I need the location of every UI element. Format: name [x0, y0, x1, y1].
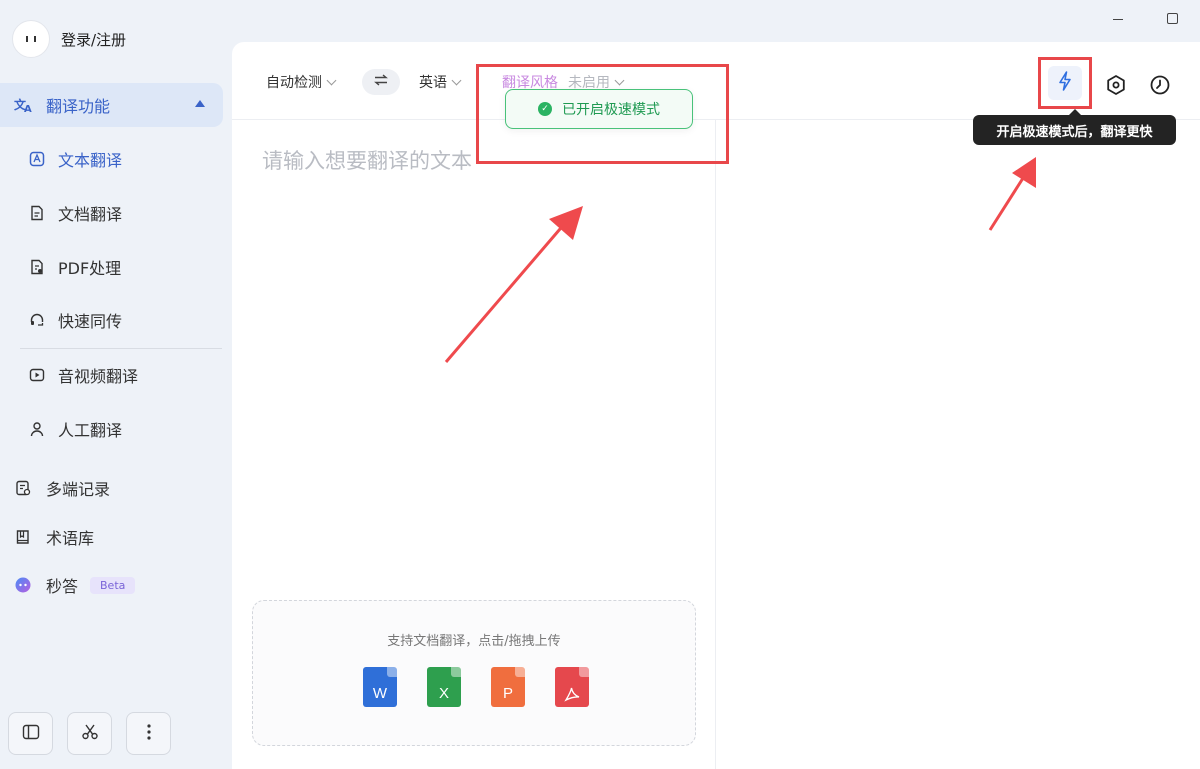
layout-toggle-button[interactable] [8, 712, 53, 755]
headset-icon [28, 311, 46, 329]
sidebar-item-label: 秒答 [46, 577, 79, 596]
settings-icon [1105, 74, 1127, 100]
more-icon [146, 723, 151, 744]
svg-text:A: A [24, 104, 32, 114]
speed-mode-button[interactable] [1038, 57, 1092, 109]
ppt-file-icon: P [491, 667, 525, 707]
sidebar-item-av-translate[interactable]: 音视频翻译 [28, 360, 138, 390]
ai-chat-icon [14, 576, 32, 594]
lightning-icon [1058, 71, 1072, 95]
speed-mode-inner [1048, 66, 1082, 100]
speed-mode-tooltip: 开启极速模式后，翻译更快 [973, 109, 1176, 145]
swap-icon [373, 74, 389, 90]
clock-icon [1149, 74, 1171, 100]
target-language-select[interactable]: 英语 [419, 72, 462, 92]
sidebar-item-label: 文档翻译 [58, 205, 123, 224]
word-file-icon: W [363, 667, 397, 707]
sidebar-item-label: 多端记录 [46, 480, 111, 499]
ppt-file-letter: P [502, 685, 513, 702]
sidebar-item-label: 人工翻译 [58, 421, 123, 440]
beta-badge: Beta [90, 576, 136, 594]
screenshot-button[interactable] [67, 712, 112, 755]
word-file-letter: W [372, 685, 388, 702]
sidebar-item-human-translate[interactable]: 人工翻译 [28, 414, 122, 444]
swap-languages-button[interactable] [362, 69, 400, 95]
sidebar-item-text-translate[interactable]: 文本翻译 [28, 144, 122, 174]
sidebar-item-doc-translate[interactable]: 文档翻译 [28, 198, 122, 228]
document-upload-area[interactable]: 支持文档翻译，点击/拖拽上传 W X P [252, 600, 696, 746]
maximize-button[interactable] [1145, 0, 1200, 36]
excel-file-icon: X [427, 667, 461, 707]
sidebar-divider [20, 348, 222, 349]
success-toast: ✓ 已开启极速模式 [505, 89, 693, 129]
source-language-label: 自动检测 [266, 75, 322, 91]
sidebar-group-label: 翻译功能 [46, 97, 111, 116]
toolbar-right-icons [1038, 57, 1182, 109]
scissors-icon [81, 723, 99, 745]
book-icon [14, 528, 32, 546]
record-icon [14, 479, 32, 497]
login-register-label: 登录/注册 [61, 30, 127, 49]
minimize-button[interactable] [1090, 0, 1145, 36]
chevron-down-icon [451, 75, 462, 85]
avatar[interactable] [12, 20, 50, 58]
window-controls [1090, 0, 1200, 36]
settings-button[interactable] [1094, 69, 1138, 105]
file-type-icons: W X P [363, 667, 589, 707]
sidebar-item-label: 音视频翻译 [58, 367, 139, 386]
person-icon [28, 420, 46, 438]
sidebar-bottom-buttons [8, 712, 171, 755]
sidebar-item-label: 术语库 [46, 529, 95, 548]
target-language-label: 英语 [419, 75, 447, 91]
collapse-triangle-icon[interactable] [195, 100, 205, 107]
upload-hint: 支持文档翻译，点击/拖拽上传 [387, 634, 561, 649]
pdf-icon [28, 258, 46, 276]
sidebar-item-records[interactable]: 多端记录 [14, 473, 110, 503]
excel-file-letter: X [438, 685, 449, 702]
check-circle-icon: ✓ [538, 102, 552, 116]
sidebar-item-label: 文本翻译 [58, 151, 123, 170]
sidebar-item-pdf[interactable]: PDF处理 [28, 252, 121, 282]
more-button[interactable] [126, 712, 171, 755]
source-language-select[interactable]: 自动检测 [266, 72, 337, 92]
pdf-file-icon [555, 667, 589, 707]
document-icon [28, 204, 46, 222]
sidebar-item-label: 快速同传 [58, 312, 123, 331]
sidebar-item-label: PDF处理 [58, 259, 122, 278]
tooltip-text: 开启极速模式后，翻译更快 [996, 124, 1153, 140]
sidebar: 登录/注册 文A 翻译功能 文本翻译 文档翻译 PDF处理 快速同传 音视频翻译… [0, 0, 232, 769]
source-text-pane[interactable]: 请输入想要翻译的文本 支持文档翻译，点击/拖拽上传 W X P [232, 120, 716, 769]
history-button[interactable] [1138, 69, 1182, 105]
layout-icon [22, 724, 40, 744]
sidebar-item-interpret[interactable]: 快速同传 [28, 305, 122, 335]
sidebar-group-translate[interactable]: 文A 翻译功能 [0, 83, 223, 127]
sidebar-item-glossary[interactable]: 术语库 [14, 522, 94, 552]
sidebar-item-quick-answer[interactable]: 秒答 Beta [14, 570, 136, 600]
toast-text: 已开启极速模式 [562, 102, 660, 118]
translate-icon: 文A [14, 95, 34, 115]
text-translate-icon [28, 150, 46, 168]
source-text-input[interactable]: 请输入想要翻译的文本 [262, 145, 472, 175]
video-icon [28, 366, 46, 384]
chevron-down-icon [326, 75, 337, 85]
user-login[interactable]: 登录/注册 [12, 20, 126, 58]
